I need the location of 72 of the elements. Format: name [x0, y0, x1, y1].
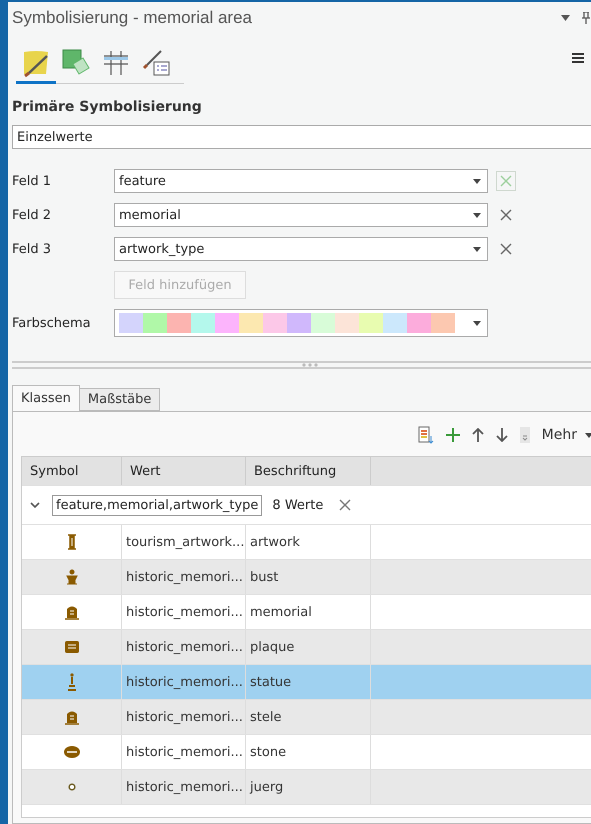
- artwork-symbol-icon: [66, 534, 76, 550]
- table-cell: historic_memori...: [122, 560, 246, 594]
- column-header[interactable]: Beschriftung: [246, 457, 371, 485]
- table-cell: bust: [246, 560, 371, 594]
- tablet-symbol-icon: [64, 604, 78, 620]
- table-cell: artwork: [246, 525, 371, 559]
- dropdown-caret-icon: [473, 246, 481, 252]
- table-cell: historic_memori...: [122, 630, 246, 664]
- circle-symbol-icon: [68, 783, 76, 791]
- pane-title: Symbolisierung - memorial area: [12, 8, 253, 28]
- table-cell: historic_memori...: [122, 700, 246, 734]
- dropdown-caret-icon: [473, 178, 481, 184]
- table-cell: plaque: [246, 630, 371, 664]
- class-tab[interactable]: Klassen: [12, 385, 80, 411]
- column-header[interactable]: Wert: [122, 457, 246, 485]
- dropdown-caret-icon[interactable]: [561, 15, 570, 21]
- menu-icon[interactable]: [572, 52, 584, 64]
- class-row[interactable]: historic_memori... memorial: [22, 595, 591, 630]
- class-row[interactable]: historic_memori... plaque: [22, 630, 591, 665]
- dropdown-caret-icon: [473, 212, 481, 218]
- class-row[interactable]: historic_memori... stone: [22, 735, 591, 770]
- field-label: Farbschema: [12, 316, 92, 330]
- table-cell: tourism_artwork...: [122, 525, 246, 559]
- table-cell: statue: [246, 665, 371, 699]
- section-heading: Primäre Symbolisierung: [12, 99, 203, 115]
- up-arrow-icon[interactable]: [472, 428, 484, 442]
- plaque-symbol-icon: [64, 641, 78, 653]
- table-cell: historic_memori...: [122, 595, 246, 629]
- grip-icon[interactable]: [301, 363, 319, 367]
- table-cell: historic_memori...: [122, 770, 246, 804]
- field-label: Feld 1: [12, 174, 52, 188]
- pin-icon[interactable]: [582, 12, 590, 24]
- method-dropdown[interactable]: Einzelwerte: [12, 125, 591, 149]
- bust-symbol-icon: [66, 569, 78, 585]
- value-count: 8 Werte: [272, 498, 324, 512]
- close-icon: [500, 209, 512, 221]
- field-dropdown[interactable]: artwork_type: [114, 237, 488, 261]
- dropdown-caret-icon: [473, 320, 481, 326]
- table-cell: memorial: [246, 595, 371, 629]
- table-cell: historic_memori...: [122, 665, 246, 699]
- class-row[interactable]: historic_memori... statue: [22, 665, 591, 700]
- overlapping-squares-icon: [61, 48, 91, 78]
- overflow-icon[interactable]: [520, 427, 530, 443]
- field-dropdown[interactable]: memorial: [114, 203, 488, 227]
- class-row[interactable]: historic_memori... juerg: [22, 770, 591, 805]
- chevron-icon[interactable]: [30, 502, 40, 508]
- table-cell: historic_memori...: [122, 735, 246, 769]
- table-cell: stone: [246, 735, 371, 769]
- more-button[interactable]: Mehr: [542, 427, 591, 443]
- close-icon: [339, 499, 352, 511]
- brush-list-icon: [141, 48, 171, 78]
- field-label: Feld 2: [12, 208, 52, 222]
- field-label: Feld 3: [12, 242, 52, 256]
- class-row[interactable]: historic_memori... bust: [22, 560, 591, 595]
- field-dropdown[interactable]: feature: [114, 169, 488, 193]
- close-icon: [500, 175, 512, 187]
- stone-symbol-icon: [64, 746, 80, 758]
- dropdown-caret-icon: [585, 432, 591, 438]
- statue-symbol-icon: [66, 673, 76, 691]
- class-tab[interactable]: Maßstäbe: [78, 388, 160, 411]
- table-cell: stele: [246, 700, 371, 734]
- plus-icon[interactable]: [446, 428, 460, 442]
- add-values-icon[interactable]: [418, 426, 434, 444]
- group-field-name[interactable]: feature,memorial,artwork_type: [52, 494, 262, 516]
- class-row[interactable]: historic_memori... stele: [22, 700, 591, 735]
- tablet-symbol-icon: [64, 709, 78, 725]
- color-scheme-dropdown[interactable]: [114, 309, 488, 337]
- class-row[interactable]: tourism_artwork... artwork: [22, 525, 591, 560]
- close-icon: [500, 243, 512, 255]
- down-arrow-icon[interactable]: [496, 428, 508, 442]
- column-header[interactable]: Symbol: [22, 457, 122, 485]
- table-cell: juerg: [246, 770, 371, 804]
